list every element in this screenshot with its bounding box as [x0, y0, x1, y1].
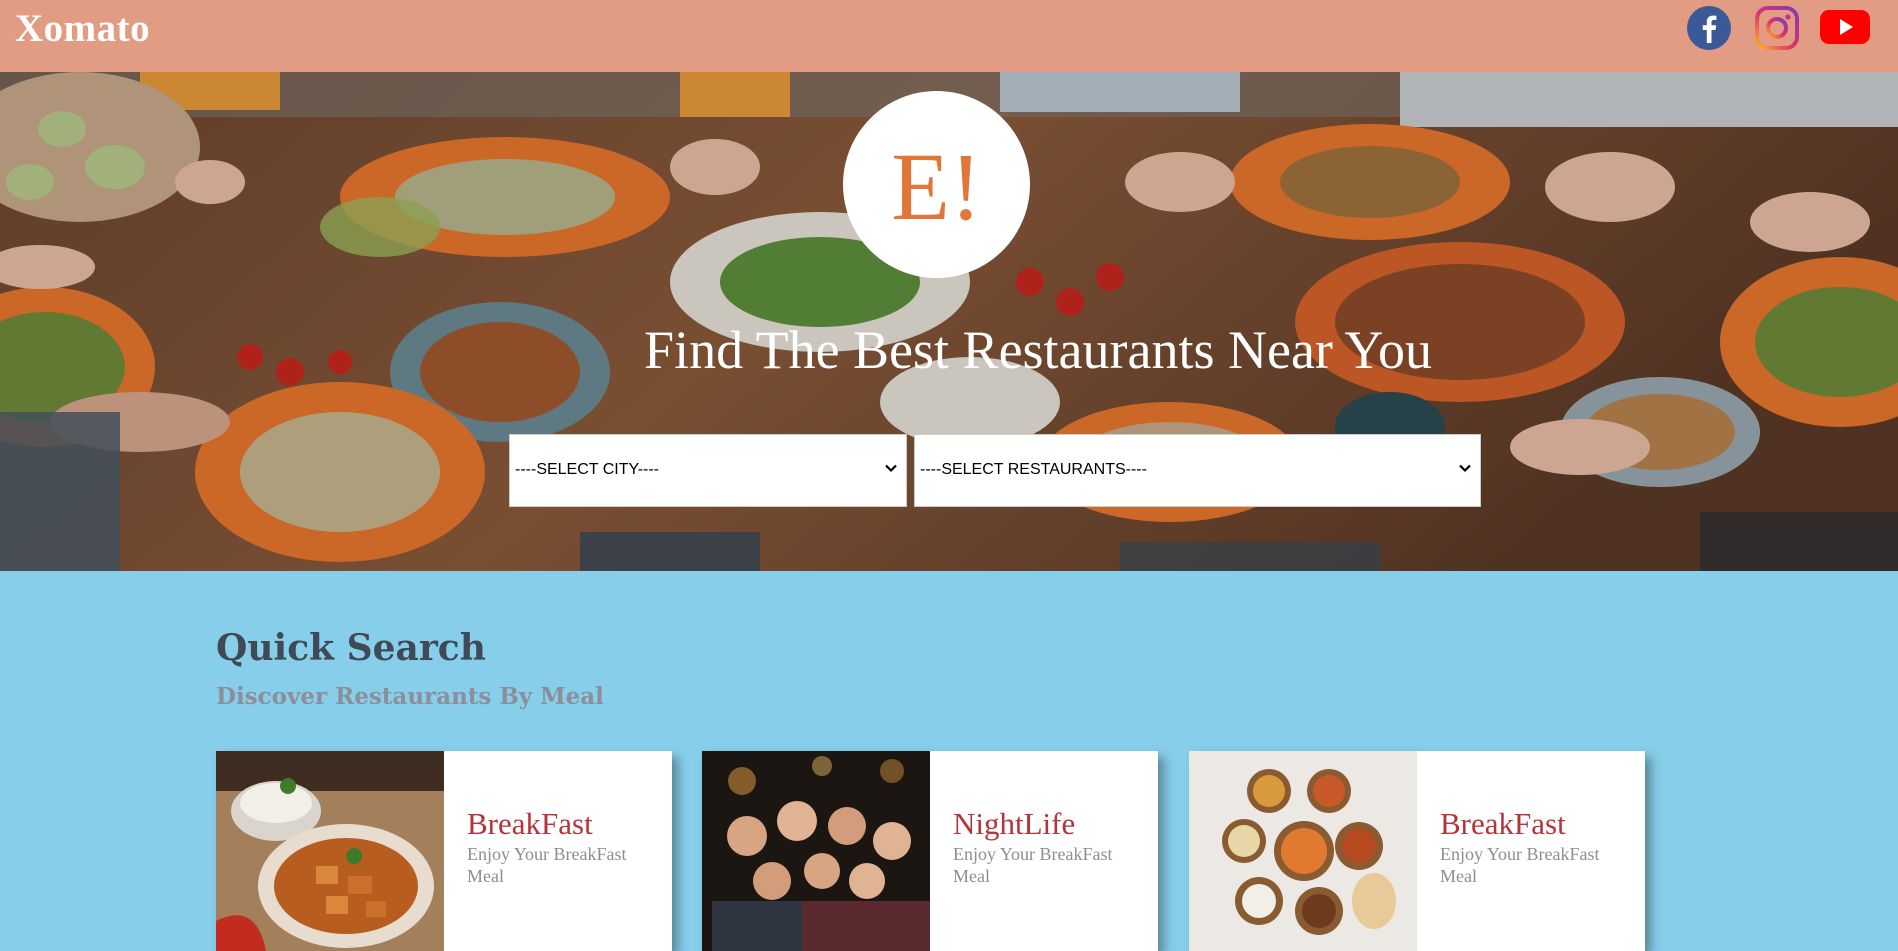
city-select-value: ----SELECT CITY---- [515, 461, 659, 478]
thali-image [1189, 751, 1417, 951]
meal-card-description: Enjoy Your BreakFast Meal [467, 844, 627, 886]
quick-search-subtitle: Discover Restaurants By Meal [216, 683, 604, 710]
restaurant-select-value: ----SELECT RESTAURANTS---- [920, 461, 1147, 478]
meal-card-title: BreakFast [467, 806, 593, 841]
site-logo-text: E! [891, 132, 982, 240]
meal-card-title: BreakFast [1440, 806, 1566, 841]
chevron-down-icon [885, 464, 897, 473]
facebook-icon[interactable] [1686, 5, 1732, 51]
nightlife-image [702, 751, 930, 951]
youtube-icon[interactable] [1819, 8, 1871, 46]
quick-search-title: Quick Search [216, 627, 486, 669]
chevron-down-icon [1459, 464, 1471, 473]
meal-card-description: Enjoy Your BreakFast Meal [1440, 844, 1600, 886]
city-select[interactable]: ----SELECT CITY---- [509, 434, 907, 507]
meal-card-description: Enjoy Your BreakFast Meal [953, 844, 1113, 886]
meal-card-nightlife[interactable]: NightLife Enjoy Your BreakFast Meal [702, 751, 1158, 951]
top-navbar: Xomato [0, 0, 1898, 72]
meal-card-title: NightLife [953, 806, 1076, 841]
meal-card-breakfast-2[interactable]: BreakFast Enjoy Your BreakFast Meal [1189, 751, 1645, 951]
breakfast-image [216, 751, 444, 951]
restaurant-select[interactable]: ----SELECT RESTAURANTS---- [914, 434, 1481, 507]
hero-title: Find The Best Restaurants Near You [644, 320, 1432, 380]
meal-card-breakfast[interactable]: BreakFast Enjoy Your BreakFast Meal [216, 751, 672, 951]
hero-title-wrap: Find The Best Restaurants Near You [0, 319, 1432, 381]
instagram-icon[interactable] [1754, 5, 1800, 51]
brand-logo[interactable]: Xomato [15, 6, 150, 51]
site-logo-circle: E! [843, 91, 1030, 278]
hero-banner: E! Find The Best Restaurants Near You --… [0, 72, 1898, 571]
